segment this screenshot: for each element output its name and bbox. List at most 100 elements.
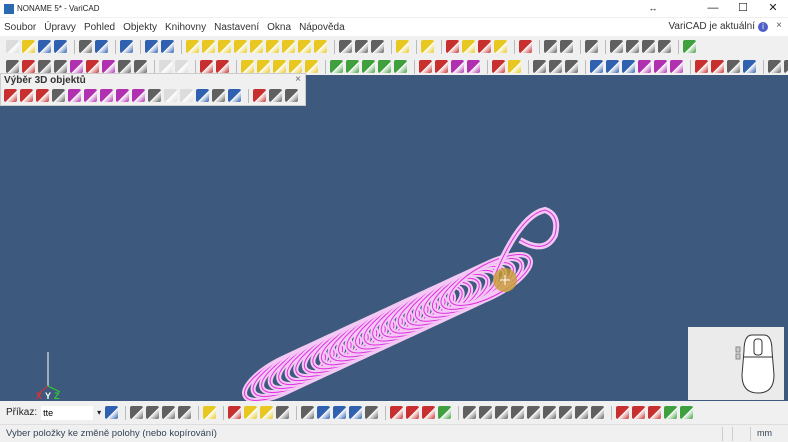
toolbar-tool-icon[interactable]: [438, 406, 452, 419]
toolbar-tool-icon[interactable]: [494, 40, 507, 53]
toolbar-tool-icon[interactable]: [6, 40, 19, 53]
toolbar-tool-icon[interactable]: [130, 406, 144, 419]
toolbar-tool-icon[interactable]: [241, 60, 254, 73]
menu-upravy[interactable]: Úpravy: [44, 22, 76, 33]
toolbar-tool-icon[interactable]: [591, 406, 605, 419]
toolbar-tool-icon[interactable]: [419, 60, 432, 73]
toolbar-tool-icon[interactable]: [161, 40, 174, 53]
toolbar-tool-icon[interactable]: [495, 406, 509, 419]
minimize-button[interactable]: —: [698, 0, 728, 17]
toolbar-tool-icon[interactable]: [511, 406, 525, 419]
toolbar-tool-icon[interactable]: [305, 60, 318, 73]
toolbar-tool-icon[interactable]: [164, 89, 177, 102]
toolbar-tool-icon[interactable]: [727, 60, 740, 73]
toolbar-tool-icon[interactable]: [196, 89, 209, 102]
toolbar-tool-icon[interactable]: [711, 60, 724, 73]
toolbar-tool-icon[interactable]: [396, 40, 409, 53]
toolbar-tool-icon[interactable]: [146, 406, 160, 419]
toolbar-tool-icon[interactable]: [462, 40, 475, 53]
toolbar-tool-icon[interactable]: [285, 89, 298, 102]
toolbar-tool-icon[interactable]: [421, 40, 434, 53]
command-dropdown-icon[interactable]: ▾: [97, 408, 101, 417]
command-input[interactable]: [41, 405, 94, 420]
toolbar-tool-icon[interactable]: [585, 40, 598, 53]
toolbar-tool-icon[interactable]: [100, 89, 113, 102]
toolbar-tool-icon[interactable]: [680, 406, 694, 419]
toolbar-tool-icon[interactable]: [266, 40, 279, 53]
toolbar-tool-icon[interactable]: [203, 406, 217, 419]
toolbar-tool-icon[interactable]: [228, 406, 242, 419]
toolbar-tool-icon[interactable]: [301, 406, 315, 419]
toolbar-tool-icon[interactable]: [355, 40, 368, 53]
toolbar-tool-icon[interactable]: [20, 89, 33, 102]
toolbar-tool-icon[interactable]: [362, 60, 375, 73]
toolbar-tool-icon[interactable]: [446, 40, 459, 53]
toolbar-tool-icon[interactable]: [658, 40, 671, 53]
toolbar-tool-icon[interactable]: [298, 40, 311, 53]
toolbar-tool-icon[interactable]: [575, 406, 589, 419]
toolbar-tool-icon[interactable]: [202, 40, 215, 53]
toolbar-tool-icon[interactable]: [38, 60, 51, 73]
toolbar-tool-icon[interactable]: [435, 60, 448, 73]
toolbar-tool-icon[interactable]: [105, 406, 119, 419]
toolbar-tool-icon[interactable]: [394, 60, 407, 73]
toolbar-tool-icon[interactable]: [519, 40, 532, 53]
update-close-button[interactable]: ×: [776, 20, 782, 31]
toolbar-tool-icon[interactable]: [378, 60, 391, 73]
toolbar-tool-icon[interactable]: [346, 60, 359, 73]
toolbar-tool-icon[interactable]: [333, 406, 347, 419]
toolbar-tool-icon[interactable]: [543, 406, 557, 419]
toolbar-tool-icon[interactable]: [70, 60, 83, 73]
toolbar-tool-icon[interactable]: [664, 406, 678, 419]
toolbar-tool-icon[interactable]: [339, 40, 352, 53]
toolbar-tool-icon[interactable]: [116, 89, 129, 102]
toolbar-tool-icon[interactable]: [642, 40, 655, 53]
toolbar-tool-icon[interactable]: [68, 89, 81, 102]
toolbar-tool-icon[interactable]: [559, 406, 573, 419]
toolbar-tool-icon[interactable]: [622, 60, 635, 73]
toolbar-tool-icon[interactable]: [52, 89, 65, 102]
toolbar-tool-icon[interactable]: [54, 40, 67, 53]
toolbar-tool-icon[interactable]: [36, 89, 49, 102]
toolbar-tool-icon[interactable]: [683, 40, 696, 53]
toolbar-tool-icon[interactable]: [565, 60, 578, 73]
toolbar-tool-icon[interactable]: [186, 40, 199, 53]
toolbar-tool-icon[interactable]: [670, 60, 683, 73]
toolbar-tool-icon[interactable]: [590, 60, 603, 73]
menu-knihovny[interactable]: Knihovny: [165, 22, 206, 33]
menu-objekty[interactable]: Objekty: [123, 22, 157, 33]
toolbar-tool-icon[interactable]: [86, 60, 99, 73]
toolbar-tool-icon[interactable]: [654, 60, 667, 73]
toolbar-tool-icon[interactable]: [22, 40, 35, 53]
toolbar-tool-icon[interactable]: [478, 40, 491, 53]
toolbar-tool-icon[interactable]: [145, 40, 158, 53]
toolbar-tool-icon[interactable]: [253, 89, 266, 102]
toolbar-tool-icon[interactable]: [269, 89, 282, 102]
toolbar-tool-icon[interactable]: [218, 40, 231, 53]
toolbar-tool-icon[interactable]: [175, 60, 188, 73]
toolbar-tool-icon[interactable]: [632, 406, 646, 419]
toolbar-tool-icon[interactable]: [467, 60, 480, 73]
toolbar-tool-icon[interactable]: [289, 60, 302, 73]
3d-viewport[interactable]: [0, 75, 788, 403]
toolbar-tool-icon[interactable]: [492, 60, 505, 73]
maximize-button[interactable]: ☐: [728, 0, 758, 17]
panel-close-button[interactable]: ×: [295, 74, 301, 85]
toolbar-tool-icon[interactable]: [606, 60, 619, 73]
toolbar-tool-icon[interactable]: [784, 60, 788, 73]
toolbar-tool-icon[interactable]: [610, 40, 623, 53]
toolbar-tool-icon[interactable]: [508, 60, 521, 73]
toolbar-tool-icon[interactable]: [216, 60, 229, 73]
toolbar-tool-icon[interactable]: [159, 60, 172, 73]
toolbar-tool-icon[interactable]: [79, 40, 92, 53]
toolbar-tool-icon[interactable]: [228, 89, 241, 102]
menu-pohled[interactable]: Pohled: [84, 22, 115, 33]
resize-icon[interactable]: ↔: [638, 0, 668, 17]
toolbar-tool-icon[interactable]: [463, 406, 477, 419]
toolbar-tool-icon[interactable]: [406, 406, 420, 419]
toolbar-tool-icon[interactable]: [244, 406, 258, 419]
menu-napoveda[interactable]: Nápověda: [299, 22, 345, 33]
info-icon[interactable]: i: [758, 21, 768, 32]
toolbar-tool-icon[interactable]: [626, 40, 639, 53]
toolbar-tool-icon[interactable]: [365, 406, 379, 419]
